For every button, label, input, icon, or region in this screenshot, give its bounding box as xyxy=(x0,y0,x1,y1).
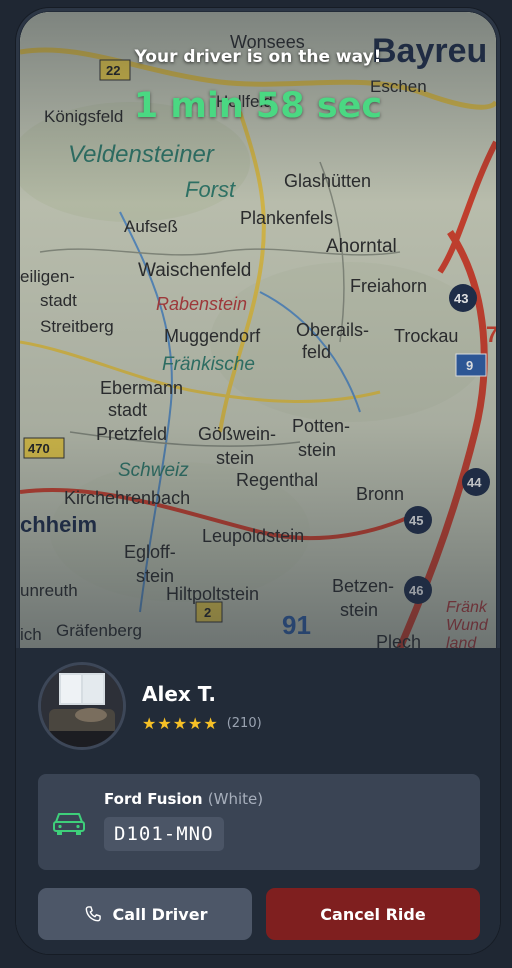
driver-avatar xyxy=(38,662,126,750)
vehicle-card: Ford Fusion (White) D101-MNO xyxy=(38,774,480,870)
vehicle-model: Ford Fusion (White) xyxy=(104,790,263,808)
cancel-ride-button[interactable]: Cancel Ride xyxy=(266,888,480,940)
driver-rating: ★★★★★ (210) xyxy=(142,714,262,733)
ride-details-panel: Alex T. ★★★★★ (210) Ford Fusion (White) … xyxy=(16,648,500,954)
star-rating-icon: ★★★★★ xyxy=(142,714,219,733)
eta-countdown: 1 min 58 sec xyxy=(133,86,383,126)
call-driver-label: Call Driver xyxy=(112,904,208,924)
ride-status-screen: Wonsees Bayreu Königsfeld Hollfeld Esche… xyxy=(16,8,500,954)
vehicle-model-name: Ford Fusion xyxy=(104,790,203,808)
license-plate: D101-MNO xyxy=(104,817,224,851)
driver-name: Alex T. xyxy=(142,682,216,706)
map-view[interactable]: Wonsees Bayreu Königsfeld Hollfeld Esche… xyxy=(20,12,496,648)
cancel-ride-label: Cancel Ride xyxy=(320,904,426,924)
driver-info: Alex T. ★★★★★ (210) xyxy=(38,662,478,750)
car-icon xyxy=(53,813,85,835)
call-driver-button[interactable]: Call Driver xyxy=(38,888,252,940)
phone-icon xyxy=(85,906,101,922)
review-count: (210) xyxy=(226,716,262,731)
driver-status-message: Your driver is on the way! xyxy=(134,47,382,67)
vehicle-color: (White) xyxy=(207,790,264,808)
